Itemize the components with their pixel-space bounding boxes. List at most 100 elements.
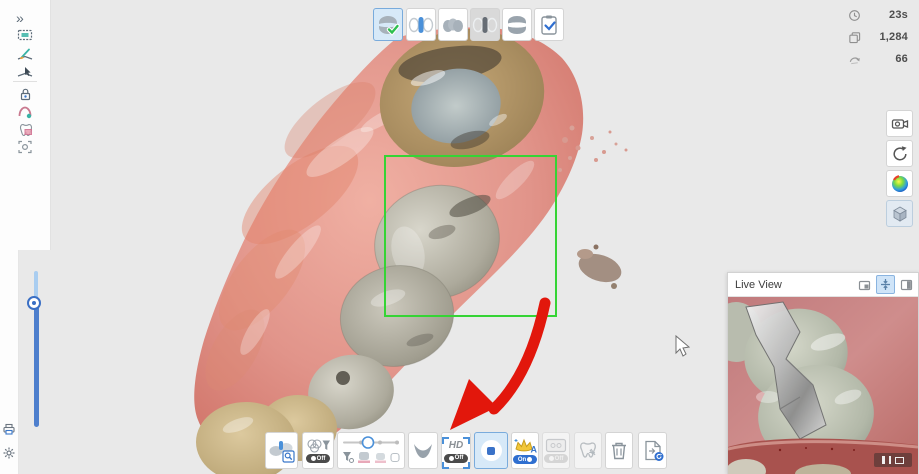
detail-level-icons [340,450,402,465]
stat-frame-count: 1,284 [848,30,908,44]
checklist-icon [536,13,562,37]
color-filter-toggle[interactable]: Off [306,454,330,463]
focus-capture-tool-button[interactable] [16,139,34,155]
scan-selection-box [384,155,557,317]
video-controls-overlay[interactable] [874,453,912,467]
left-bottom-strip [0,250,19,474]
color-map-button[interactable] [886,170,913,197]
arch-view-button[interactable] [408,432,438,469]
refine-tooth-button[interactable] [574,432,602,469]
live-view-title: Live View [728,279,855,291]
stage-scanbody-dark-button[interactable] [470,8,500,41]
trash-icon [608,440,630,462]
delete-scan-button[interactable] [605,432,633,469]
color-circles-filter-icon [305,438,331,453]
scan-review-zoom-button[interactable] [265,432,298,469]
dock-panel-icon [879,278,892,291]
scanbody-blue-icon [408,13,434,37]
texture-detail-button[interactable] [337,432,405,469]
hd-label-wrap: HD [444,439,468,453]
select-surface-tool-button[interactable] [16,64,34,80]
fullscreen-icon [895,457,904,464]
live-camera-image [728,297,918,474]
stage-occlusion-button[interactable] [502,8,532,41]
scan-app-window: » [0,0,919,474]
settings-button[interactable] [2,446,16,460]
pause-icon [882,456,885,464]
auto-ai-crown-button[interactable]: A On [511,432,539,469]
live-view-header: Live View [728,273,918,297]
remote-device-toggle[interactable]: Off [544,454,568,463]
record-video-button[interactable] [886,110,913,137]
dock-panel-button[interactable] [876,275,895,294]
export-document-icon [641,439,665,463]
auto-ai-toggle[interactable]: On [513,455,537,464]
hd-capture-button[interactable]: HD Off [441,432,471,469]
edit-surface-tool-button[interactable] [16,46,34,62]
lower-arch-icon [440,13,466,37]
occlusion-icon [504,13,530,37]
pause-icon [889,456,892,464]
print-button[interactable] [2,422,16,436]
hd-corner [463,462,470,469]
arch-gear-icon [16,104,34,120]
lock-surface-tool-button[interactable] [16,86,34,102]
frames-icon [848,31,861,44]
stage-lower-arch-button[interactable] [438,8,468,41]
zoom-slider[interactable] [31,271,41,429]
lock-icon [16,86,34,102]
toggle-dot [449,456,454,461]
export-rescan-button[interactable] [638,432,667,469]
trim-scan-tool-button[interactable] [16,27,34,43]
snapshot-button[interactable] [855,275,874,294]
frame-count-value: 1,284 [861,31,908,43]
live-view-panel: Live View [727,272,919,474]
hd-corner [463,437,470,444]
hd-corner [442,462,449,469]
stat-rescan-count: 66 [848,52,908,66]
split-layout-icon [900,279,913,291]
margin-box-icon [16,122,34,138]
arch-settings-tool-button[interactable] [16,104,34,120]
trim-icon [16,27,34,43]
split-layout-button[interactable] [897,275,916,294]
stop-icon [481,440,502,461]
video-camera-icon [890,114,910,134]
scan-review-zoom-icon [268,438,296,464]
stop-scan-button[interactable] [474,432,508,469]
printer-icon [2,422,16,436]
svg-text:A: A [531,445,538,455]
left-tool-panel: » [0,0,51,250]
dental-arch-icon [411,441,435,461]
stage-full-arch-button[interactable] [373,8,403,41]
remote-device-button[interactable]: Off [542,432,570,469]
scan-time-value: 23s [861,9,908,21]
stat-scan-time: 23s [848,8,908,22]
view-cube-button[interactable] [886,200,913,227]
focus-brackets-icon [16,139,34,155]
rescan-count-value: 66 [861,53,908,65]
edit-pencil-icon [16,46,34,62]
select-arrow-icon [16,64,34,80]
full-arch-icon [375,13,401,37]
stage-scanbody-button[interactable] [406,8,436,41]
toggle-label: On [518,457,526,463]
margin-line-tool-button[interactable] [16,122,34,138]
cube-icon [890,204,910,224]
tool-divider [13,81,37,82]
toggle-dot [311,456,316,461]
toggle-label: Off [455,455,464,461]
gear-icon [2,446,16,460]
color-filter-button[interactable]: Off [302,432,334,469]
zoom-slider-track-lower[interactable] [34,303,39,427]
clock-icon [848,9,861,22]
detail-slider[interactable] [340,436,402,449]
hd-label: HD [449,440,463,451]
reset-view-button[interactable] [886,140,913,167]
tooth-sparkle-icon [576,440,600,462]
collapse-sidebar-button[interactable]: » [16,10,24,26]
stop-square [487,447,495,455]
stage-checklist-button[interactable] [534,8,564,41]
zoom-slider-handle[interactable] [27,296,41,310]
snapshot-icon [858,279,871,291]
